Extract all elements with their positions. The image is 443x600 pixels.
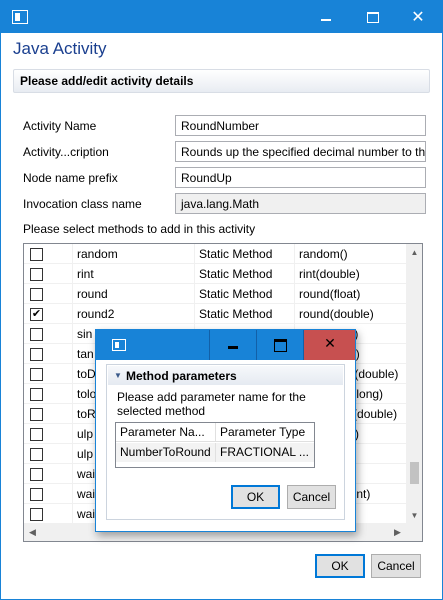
method-name-cell: rint xyxy=(72,264,194,284)
method-checkbox[interactable] xyxy=(30,328,43,341)
cancel-button[interactable]: Cancel xyxy=(371,554,421,578)
description-label: Activity...cription xyxy=(23,145,109,159)
minimize-button[interactable] xyxy=(303,1,349,33)
dialog-minimize-button[interactable] xyxy=(209,330,256,360)
column-header-name[interactable]: Parameter Na... xyxy=(116,423,216,442)
method-signature-cell: round(double) xyxy=(294,304,406,324)
invocation-class-label: Invocation class name xyxy=(23,197,142,211)
activity-name-label: Activity Name xyxy=(23,119,97,133)
parameter-table: Parameter Na... Parameter Type NumberToR… xyxy=(115,422,315,468)
dialog-description: Please add parameter name for the select… xyxy=(117,390,306,418)
checkbox-cell[interactable]: ✔ xyxy=(24,304,72,324)
dialog-panel: ▼ Method parameters Please add parameter… xyxy=(106,364,345,520)
activity-name-input[interactable]: RoundNumber xyxy=(175,115,426,136)
checkbox-cell[interactable] xyxy=(24,404,72,424)
method-checkbox[interactable] xyxy=(30,448,43,461)
method-checkbox[interactable] xyxy=(30,268,43,281)
checkbox-cell[interactable] xyxy=(24,284,72,304)
table-row[interactable]: random Static Method random() xyxy=(24,244,406,264)
method-type-cell: Static Method xyxy=(194,304,294,324)
page-title: Java Activity xyxy=(13,39,107,58)
method-checkbox[interactable] xyxy=(30,348,43,361)
invocation-class-input: java.lang.Math xyxy=(175,193,426,214)
checkbox-cell[interactable] xyxy=(24,344,72,364)
dialog-close-button[interactable]: ✕ xyxy=(303,330,355,360)
scroll-down-icon[interactable]: ▼ xyxy=(406,507,422,524)
method-checkbox[interactable] xyxy=(30,488,43,501)
section-header-label: Please add/edit activity details xyxy=(20,74,194,88)
method-checkbox[interactable] xyxy=(30,428,43,441)
section-header: Please add/edit activity details xyxy=(13,69,430,93)
checkbox-cell[interactable] xyxy=(24,424,72,444)
method-signature-cell: random() xyxy=(294,244,406,264)
method-checkbox[interactable] xyxy=(30,288,43,301)
description-input[interactable]: Rounds up the specified decimal number t… xyxy=(175,141,426,162)
parameter-name-cell[interactable]: NumberToRound xyxy=(116,443,216,462)
dialog-cancel-button[interactable]: Cancel xyxy=(287,485,336,509)
checkbox-cell[interactable] xyxy=(24,244,72,264)
expand-icon[interactable]: ▼ xyxy=(114,371,122,380)
method-signature-cell: rint(double) xyxy=(294,264,406,284)
method-parameters-dialog: ✕ ▼ Method parameters Please add paramet… xyxy=(95,329,356,532)
parameter-type-cell[interactable]: FRACTIONAL ... xyxy=(216,443,314,462)
checkbox-cell[interactable] xyxy=(24,484,72,504)
close-icon: ✕ xyxy=(411,7,425,26)
main-window: ✕ Java Activity Please add/edit activity… xyxy=(0,0,443,600)
table-row[interactable]: round Static Method round(float) xyxy=(24,284,406,304)
checkbox-cell[interactable] xyxy=(24,464,72,484)
table-row[interactable]: ✔ round2 Static Method round(double) xyxy=(24,304,406,324)
method-type-cell: Static Method xyxy=(194,284,294,304)
dialog-section-title: Method parameters xyxy=(126,369,237,383)
method-type-cell: Static Method xyxy=(194,244,294,264)
method-name-cell: random xyxy=(72,244,194,264)
close-button[interactable]: ✕ xyxy=(395,1,441,33)
vertical-scrollbar[interactable]: ▲ ▼ xyxy=(406,244,422,524)
checkbox-cell[interactable] xyxy=(24,264,72,284)
checkbox-cell[interactable] xyxy=(24,364,72,384)
scroll-right-icon[interactable]: ▶ xyxy=(389,524,406,541)
app-icon xyxy=(12,10,28,24)
scroll-up-icon[interactable]: ▲ xyxy=(406,244,422,261)
method-checkbox[interactable] xyxy=(30,368,43,381)
dialog-maximize-button[interactable] xyxy=(256,330,303,360)
dialog-title-bar[interactable]: ✕ xyxy=(96,330,355,360)
dialog-app-icon xyxy=(112,339,126,351)
method-type-cell: Static Method xyxy=(194,264,294,284)
close-icon: ✕ xyxy=(324,336,336,352)
method-checkbox[interactable] xyxy=(30,248,43,261)
node-prefix-label: Node name prefix xyxy=(23,171,118,185)
methods-prompt: Please select methods to add in this act… xyxy=(23,222,256,236)
dialog-ok-button[interactable]: OK xyxy=(231,485,280,509)
method-signature-cell: round(float) xyxy=(294,284,406,304)
scroll-thumb[interactable] xyxy=(410,462,419,484)
dialog-section-header[interactable]: ▼ Method parameters xyxy=(108,366,343,385)
column-header-type[interactable]: Parameter Type xyxy=(216,423,314,442)
method-checkbox[interactable] xyxy=(30,468,43,481)
node-prefix-input[interactable]: RoundUp xyxy=(175,167,426,188)
method-checkbox[interactable] xyxy=(30,388,43,401)
method-checkbox[interactable]: ✔ xyxy=(30,308,43,321)
method-name-cell: round xyxy=(72,284,194,304)
method-name-cell: round2 xyxy=(72,304,194,324)
ok-button[interactable]: OK xyxy=(315,554,365,578)
table-row[interactable]: rint Static Method rint(double) xyxy=(24,264,406,284)
method-checkbox[interactable] xyxy=(30,508,43,521)
checkbox-cell[interactable] xyxy=(24,444,72,464)
method-checkbox[interactable] xyxy=(30,408,43,421)
checkbox-cell[interactable] xyxy=(24,504,72,524)
scrollbar-corner xyxy=(406,524,422,541)
checkbox-cell[interactable] xyxy=(24,384,72,404)
title-bar[interactable]: ✕ xyxy=(1,1,442,33)
checkbox-cell[interactable] xyxy=(24,324,72,344)
scroll-left-icon[interactable]: ◀ xyxy=(24,524,41,541)
maximize-button[interactable] xyxy=(349,1,395,33)
